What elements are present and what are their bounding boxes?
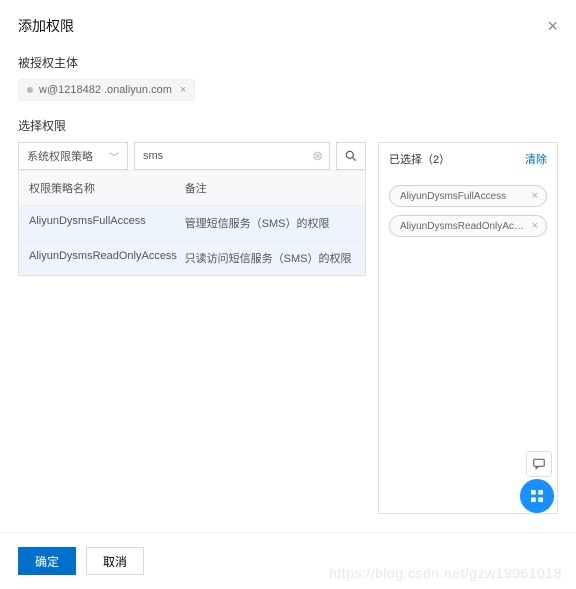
select-permission-label: 选择权限 <box>18 117 558 134</box>
search-input[interactable] <box>135 150 306 162</box>
cell-name: AliyunDysmsFullAccess <box>19 206 175 240</box>
feedback-button[interactable] <box>526 451 552 477</box>
cancel-button[interactable]: 取消 <box>86 547 144 575</box>
search-icon <box>344 149 358 163</box>
clear-selected-link[interactable]: 清除 <box>525 151 547 167</box>
search-button[interactable] <box>336 142 366 170</box>
remove-principal-icon[interactable]: × <box>180 84 186 96</box>
table-row[interactable]: AliyunDysmsFullAccess 管理短信服务（SMS）的权限 <box>19 205 365 240</box>
policy-type-select[interactable]: 系统权限策略 ﹀ <box>18 142 128 170</box>
cell-note: 管理短信服务（SMS）的权限 <box>175 206 365 240</box>
avatar-dot-icon <box>27 87 33 93</box>
selected-tag: AliyunDysmsReadOnlyAccess × <box>389 215 547 237</box>
chevron-down-icon: ﹀ <box>109 149 119 164</box>
selected-tag-label: AliyunDysmsFullAccess <box>400 191 506 202</box>
cell-name: AliyunDysmsReadOnlyAccess <box>19 241 175 275</box>
selected-header: 已选择（2） <box>389 151 450 167</box>
selected-tag: AliyunDysmsFullAccess × <box>389 185 547 207</box>
cell-note: 只读访问短信服务（SMS）的权限 <box>175 241 365 275</box>
modal-title: 添加权限 <box>18 16 74 36</box>
policy-type-label: 系统权限策略 <box>27 148 93 164</box>
remove-tag-icon[interactable]: × <box>532 220 538 232</box>
chat-icon <box>532 457 546 471</box>
watermark: https://blog.csdn.net/gzw19961018 <box>329 565 562 581</box>
apps-button[interactable] <box>520 479 554 513</box>
selected-tag-label: AliyunDysmsReadOnlyAccess <box>400 221 526 232</box>
clear-search-icon[interactable]: ⊗ <box>306 148 329 164</box>
search-input-wrap: ⊗ <box>134 142 330 170</box>
policy-table: 权限策略名称 备注 AliyunDysmsFullAccess 管理短信服务（S… <box>18 170 366 276</box>
col-name: 权限策略名称 <box>19 171 175 205</box>
principal-chip: w@1218482 .onaliyun.com × <box>18 79 195 101</box>
ok-button[interactable]: 确定 <box>18 547 76 575</box>
grid-icon <box>529 488 545 504</box>
table-row[interactable]: AliyunDysmsReadOnlyAccess 只读访问短信服务（SMS）的… <box>19 240 365 275</box>
close-icon[interactable]: × <box>547 17 558 35</box>
remove-tag-icon[interactable]: × <box>532 190 538 202</box>
table-header-row: 权限策略名称 备注 <box>19 170 365 205</box>
col-note: 备注 <box>175 171 365 205</box>
principal-label: 被授权主体 <box>18 54 558 71</box>
principal-value: w@1218482 .onaliyun.com <box>39 84 172 96</box>
